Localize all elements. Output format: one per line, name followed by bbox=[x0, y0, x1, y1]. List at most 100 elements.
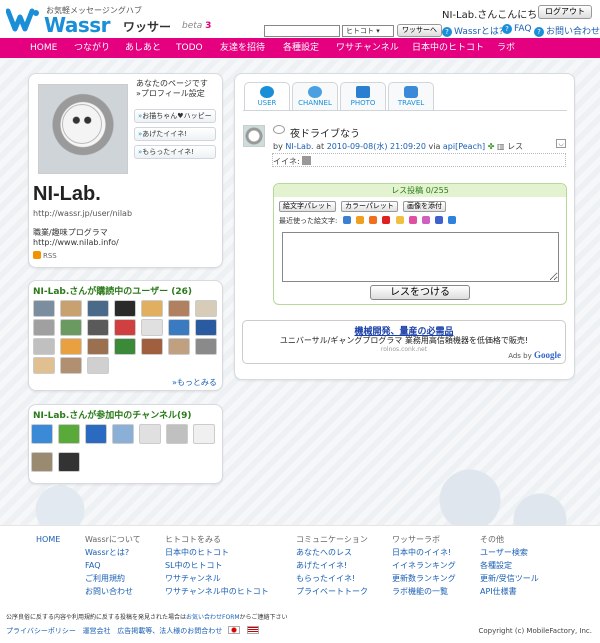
nav-todo[interactable]: TODO bbox=[176, 38, 203, 58]
following-user-avatar[interactable] bbox=[195, 338, 217, 355]
footer-link[interactable]: ワサチャンネル中のヒトコト bbox=[165, 585, 269, 598]
sun-emoji-icon[interactable] bbox=[355, 216, 364, 224]
nav-channels[interactable]: ワサチャンネル bbox=[336, 38, 399, 58]
wassr-logo[interactable]: お気軽メッセージングハブ Wassr ワッサー beta 3 bbox=[6, 3, 216, 37]
footer-link[interactable]: お問い合わせ bbox=[85, 585, 141, 598]
footer-link[interactable]: ラボ機能の一覧 bbox=[392, 585, 456, 598]
following-user-avatar[interactable] bbox=[60, 338, 82, 355]
tab-channel[interactable]: CHANNEL bbox=[292, 82, 338, 110]
nav-connections[interactable]: つながり bbox=[74, 38, 110, 58]
sparkle-emoji-icon[interactable] bbox=[369, 216, 378, 224]
footer-link[interactable]: 更新/受信ツール bbox=[480, 572, 539, 585]
following-user-avatar[interactable] bbox=[33, 357, 55, 374]
following-user-avatar[interactable] bbox=[33, 319, 55, 336]
channel-icon[interactable] bbox=[58, 452, 80, 472]
client-link[interactable]: api[Peach] bbox=[443, 142, 485, 151]
channel-icon[interactable] bbox=[112, 424, 134, 444]
nav-settings[interactable]: 各種設定 bbox=[283, 38, 319, 58]
footer-link[interactable]: Wassrとは? bbox=[85, 546, 141, 559]
emoji-palette-button[interactable]: 絵文字パレット bbox=[279, 201, 336, 212]
business-contact-link[interactable]: 広告掲載等、法人様のお問合わせ bbox=[117, 627, 222, 635]
reply-link[interactable]: レス bbox=[507, 142, 523, 151]
footer-link[interactable]: もらったイイネ! bbox=[296, 572, 368, 585]
happy-button[interactable]: »お描ちゃん♥ハッピー bbox=[134, 109, 216, 123]
following-user-avatar[interactable] bbox=[195, 300, 217, 317]
footer-link[interactable]: 日本中のヒトコト bbox=[165, 546, 269, 559]
umbrella-emoji-icon[interactable] bbox=[342, 216, 351, 224]
search-scope-select[interactable]: ヒトコト ▾ bbox=[342, 25, 394, 37]
channel-icon[interactable] bbox=[58, 424, 80, 444]
about-link[interactable]: ? Wassrとは? bbox=[442, 24, 504, 37]
following-user-avatar[interactable] bbox=[168, 319, 190, 336]
footer-link[interactable]: ご利用規約 bbox=[85, 572, 141, 585]
footer-link[interactable]: SL中のヒトコト bbox=[165, 559, 269, 572]
footer-link[interactable]: FAQ bbox=[85, 559, 141, 572]
color-palette-button[interactable]: カラーパレット bbox=[341, 201, 398, 212]
company-link[interactable]: 運営会社 bbox=[83, 627, 111, 635]
nav-home[interactable]: HOME bbox=[30, 38, 57, 58]
faq-link[interactable]: ? FAQ bbox=[502, 24, 531, 34]
following-user-avatar[interactable] bbox=[114, 319, 136, 336]
reply-textarea[interactable] bbox=[282, 232, 559, 282]
given-likes-button[interactable]: »あげたイイネ! bbox=[134, 127, 216, 141]
channel-icon[interactable] bbox=[193, 424, 215, 444]
footer-link[interactable]: イイネランキング bbox=[392, 559, 456, 572]
following-user-avatar[interactable] bbox=[168, 338, 190, 355]
nav-lab[interactable]: ラボ bbox=[497, 38, 515, 58]
tab-photo[interactable]: PHOTO bbox=[340, 82, 386, 110]
channel-icon[interactable] bbox=[31, 452, 53, 472]
more-following-link[interactable]: »もっとみる bbox=[172, 377, 217, 388]
search-input[interactable] bbox=[264, 25, 340, 37]
footer-link[interactable]: あなたへのレス bbox=[296, 546, 368, 559]
star-emoji-icon[interactable] bbox=[408, 216, 417, 224]
footer-link[interactable]: API仕様書 bbox=[480, 585, 539, 598]
following-user-avatar[interactable] bbox=[141, 338, 163, 355]
nav-public-timeline[interactable]: 日本中のヒトコト bbox=[412, 38, 484, 58]
homepage-link[interactable]: http://www.nilab.info/ bbox=[33, 238, 119, 248]
nav-invite[interactable]: 友達を招待 bbox=[220, 38, 265, 58]
clover-icon[interactable]: ✤ bbox=[488, 142, 495, 151]
footer-link[interactable]: プライベートトーク bbox=[296, 585, 368, 598]
person-emoji-icon[interactable] bbox=[435, 216, 444, 224]
channel-icon[interactable] bbox=[85, 424, 107, 444]
following-user-avatar[interactable] bbox=[87, 357, 109, 374]
footer-link[interactable]: あげたイイネ! bbox=[296, 559, 368, 572]
post-author-link[interactable]: NI-Lab. bbox=[285, 142, 313, 151]
japan-flag-icon[interactable] bbox=[228, 626, 241, 634]
following-user-avatar[interactable] bbox=[87, 338, 109, 355]
profile-settings-link[interactable]: »プロフィール設定 bbox=[136, 89, 208, 99]
following-user-avatar[interactable] bbox=[33, 338, 55, 355]
footer-link[interactable]: 更新数ランキング bbox=[392, 572, 456, 585]
following-user-avatar[interactable] bbox=[141, 300, 163, 317]
following-user-avatar[interactable] bbox=[60, 357, 82, 374]
cat-emoji-icon[interactable] bbox=[395, 216, 404, 224]
following-user-avatar[interactable] bbox=[114, 300, 136, 317]
footer-home-link[interactable]: HOME bbox=[36, 533, 60, 546]
following-user-avatar[interactable] bbox=[60, 319, 82, 336]
attach-image-button[interactable]: 画像を添付 bbox=[403, 201, 446, 212]
footer-link[interactable]: 日本中のイイネ! bbox=[392, 546, 456, 559]
following-user-avatar[interactable] bbox=[168, 300, 190, 317]
following-user-avatar[interactable] bbox=[141, 319, 163, 336]
following-user-avatar[interactable] bbox=[195, 319, 217, 336]
post-permalink[interactable]: 2010-09-08(水) 21:09:20 bbox=[327, 142, 426, 151]
ad-box[interactable]: 機械開発、量産の必需品 ユニバーサル/ギャングプログラマ 業務用高信頼機器を低価… bbox=[242, 320, 566, 364]
trash-icon[interactable]: ▥ bbox=[497, 142, 505, 151]
footer-link[interactable]: 各種設定 bbox=[480, 559, 539, 572]
following-user-avatar[interactable] bbox=[60, 300, 82, 317]
footer-link[interactable]: ユーザー検索 bbox=[480, 546, 539, 559]
channel-icon[interactable] bbox=[31, 424, 53, 444]
favorite-icon[interactable]: ◡ bbox=[556, 139, 566, 148]
note-emoji-icon[interactable] bbox=[422, 216, 430, 224]
report-form-link[interactable]: お気い合わせFORM bbox=[186, 614, 240, 621]
us-flag-icon[interactable] bbox=[246, 626, 259, 634]
following-user-avatar[interactable] bbox=[33, 300, 55, 317]
following-user-avatar[interactable] bbox=[87, 319, 109, 336]
submit-reply-button[interactable]: レスをつける bbox=[370, 285, 470, 300]
nav-footprints[interactable]: あしあと bbox=[125, 38, 161, 58]
received-likes-button[interactable]: »もらったイイネ! bbox=[134, 145, 216, 159]
channel-icon[interactable] bbox=[166, 424, 188, 444]
post-avatar[interactable] bbox=[243, 125, 265, 147]
following-user-avatar[interactable] bbox=[87, 300, 109, 317]
channel-icon[interactable] bbox=[139, 424, 161, 444]
